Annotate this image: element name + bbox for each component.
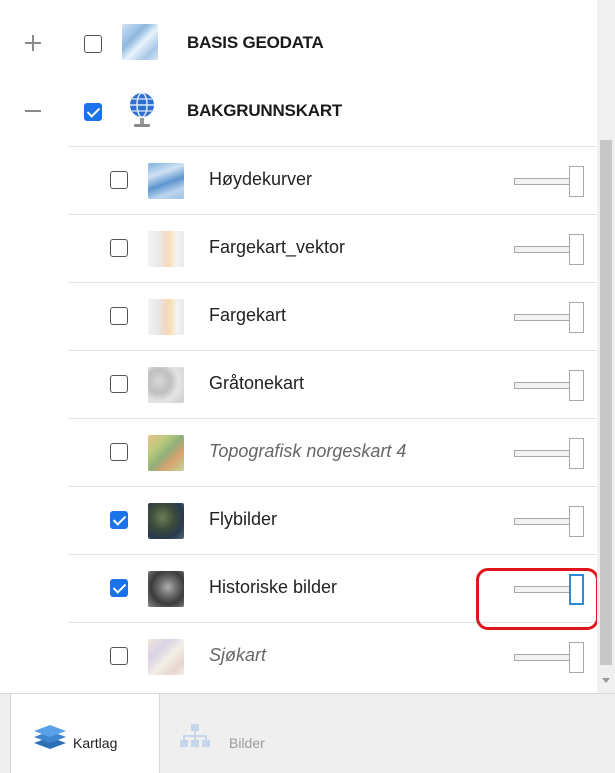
opacity-slider[interactable] xyxy=(514,367,586,405)
slider-handle[interactable] xyxy=(569,506,584,537)
layer-checkbox[interactable] xyxy=(110,579,128,597)
slider-track xyxy=(514,518,572,525)
slider-track xyxy=(514,450,572,457)
expand-plus-icon[interactable] xyxy=(18,28,48,58)
basis-geodata-thumbnail-icon xyxy=(122,24,158,60)
opacity-slider[interactable] xyxy=(514,639,586,677)
layer-checkbox[interactable] xyxy=(110,443,128,461)
tab-label: Kartlag xyxy=(73,735,118,751)
sjokart-thumbnail-icon xyxy=(148,639,184,675)
layer-label: Sjøkart xyxy=(209,645,267,665)
historiske-bilder-thumbnail-icon xyxy=(148,571,184,607)
collapse-minus-icon[interactable] xyxy=(18,96,48,126)
vertical-scrollbar[interactable] xyxy=(597,0,615,693)
tab-bilder[interactable]: Bilder xyxy=(170,694,310,773)
hoydekurver-thumbnail-icon xyxy=(148,163,184,199)
slider-track xyxy=(514,178,572,185)
opacity-slider[interactable] xyxy=(514,231,586,269)
slider-handle[interactable] xyxy=(569,166,584,197)
slider-track xyxy=(514,382,572,389)
topografisk-thumbnail-icon xyxy=(148,435,184,471)
group-basis-geodata: BASIS GEODATA xyxy=(0,10,600,78)
opacity-slider[interactable] xyxy=(514,435,586,473)
layer-panel: BASIS GEODATA BAKGRUNNSKART Høydekurver xyxy=(0,0,615,693)
gratonekart-thumbnail-icon xyxy=(148,367,184,403)
layer-row-sjokart: Sjøkart xyxy=(68,622,598,690)
group-label: BAKGRUNNSKART xyxy=(187,101,343,120)
layer-label: Topografisk norgeskart 4 xyxy=(209,441,407,461)
layer-row-gratonekart: Gråtonekart xyxy=(68,350,598,418)
layer-row-topografisk-norgeskart-4: Topografisk norgeskart 4 xyxy=(68,418,598,486)
layer-checkbox[interactable] xyxy=(110,307,128,325)
group-bakgrunnskart: BAKGRUNNSKART xyxy=(0,78,600,146)
layer-label: Fargekart_vektor xyxy=(209,237,346,257)
opacity-slider[interactable] xyxy=(514,503,586,541)
layer-row-flybilder: Flybilder xyxy=(68,486,598,554)
opacity-slider[interactable] xyxy=(514,163,586,201)
opacity-slider[interactable] xyxy=(514,299,586,337)
slider-track xyxy=(514,314,572,321)
tab-kartlag[interactable]: Kartlag xyxy=(10,694,160,773)
slider-handle[interactable] xyxy=(569,438,584,469)
flybilder-thumbnail-icon xyxy=(148,503,184,539)
layer-row-hoydekurver: Høydekurver xyxy=(68,146,598,214)
scroll-down-arrow-icon[interactable] xyxy=(602,678,610,683)
layer-row-fargekart: Fargekart xyxy=(68,282,598,350)
tab-label: Bilder xyxy=(229,735,265,751)
layer-label: Høydekurver xyxy=(209,169,313,189)
group-basis-geodata-checkbox[interactable] xyxy=(84,35,102,53)
slider-handle[interactable] xyxy=(569,302,584,333)
layer-label: Historiske bilder xyxy=(209,577,338,597)
layer-label: Fargekart xyxy=(209,305,287,325)
group-bakgrunnskart-checkbox[interactable] xyxy=(84,103,102,121)
layer-checkbox[interactable] xyxy=(110,239,128,257)
layer-row-fargekart-vektor: Fargekart_vektor xyxy=(68,214,598,282)
group-label: BASIS GEODATA xyxy=(187,33,324,52)
layer-checkbox[interactable] xyxy=(110,375,128,393)
scrollbar-thumb[interactable] xyxy=(600,140,612,665)
globe-icon xyxy=(130,92,154,127)
layer-label: Flybilder xyxy=(209,509,278,529)
fargekart-thumbnail-icon xyxy=(148,299,184,335)
sitemap-icon xyxy=(180,724,210,747)
layer-checkbox[interactable] xyxy=(110,511,128,529)
slider-track xyxy=(514,654,572,661)
bottom-tab-bar: Kartlag Bilder xyxy=(0,693,615,773)
slider-handle[interactable] xyxy=(569,234,584,265)
fargekart-vektor-thumbnail-icon xyxy=(148,231,184,267)
layer-checkbox[interactable] xyxy=(110,171,128,189)
layer-checkbox[interactable] xyxy=(110,647,128,665)
layers-icon xyxy=(34,725,66,749)
slider-handle[interactable] xyxy=(569,642,584,673)
slider-handle[interactable] xyxy=(569,370,584,401)
slider-track xyxy=(514,246,572,253)
annotation-highlight-box xyxy=(476,568,599,630)
layer-label: Gråtonekart xyxy=(209,373,305,393)
